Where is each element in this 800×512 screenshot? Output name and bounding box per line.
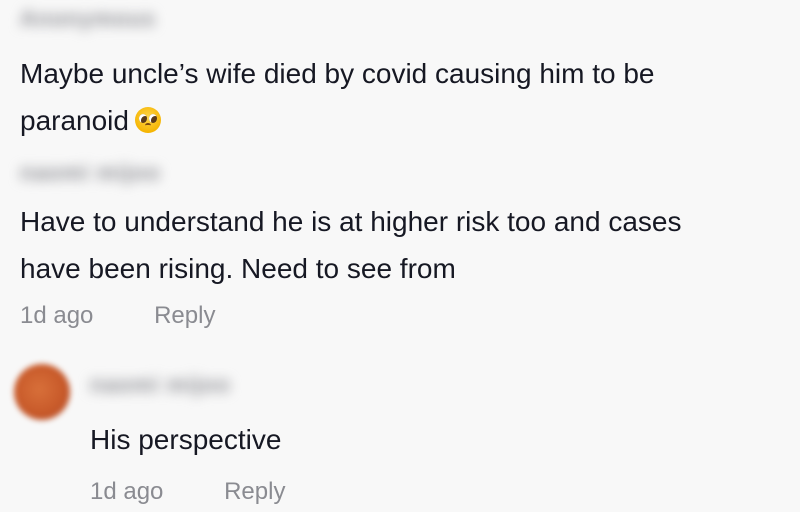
reply-username[interactable]: naomi mijoo — [90, 372, 231, 398]
comment-text: Maybe uncle’s wife died by covid causing… — [20, 50, 655, 144]
comments-panel: Anonymous Maybe uncle’s wife died by cov… — [0, 0, 800, 512]
pleading-face-emoji-icon — [134, 107, 161, 133]
comment-text-line: Maybe uncle’s wife died by covid causing… — [20, 58, 655, 89]
comment-text-line: have been rising. Need to see from — [20, 253, 456, 284]
comment-text-line: paranoid — [20, 97, 655, 144]
reply-timestamp: 1d ago — [90, 478, 164, 505]
avatar[interactable] — [14, 364, 70, 420]
reply-button[interactable]: Reply — [224, 478, 285, 506]
reply-button[interactable]: Reply — [154, 302, 215, 330]
comment-username[interactable]: naomi mijoo — [20, 160, 161, 186]
comment-text: Have to understand he is at higher risk … — [20, 198, 682, 292]
comment-username[interactable]: Anonymous — [20, 6, 156, 32]
reply-text: His perspective — [90, 424, 282, 455]
comment-text-line: Have to understand he is at higher risk … — [20, 206, 682, 237]
comment-timestamp: 1d ago — [20, 302, 94, 329]
comment-text-line-2: paranoid — [20, 105, 129, 136]
reply-meta: 1d ago Reply — [90, 478, 285, 506]
comment-meta: 1d ago Reply — [20, 302, 215, 330]
